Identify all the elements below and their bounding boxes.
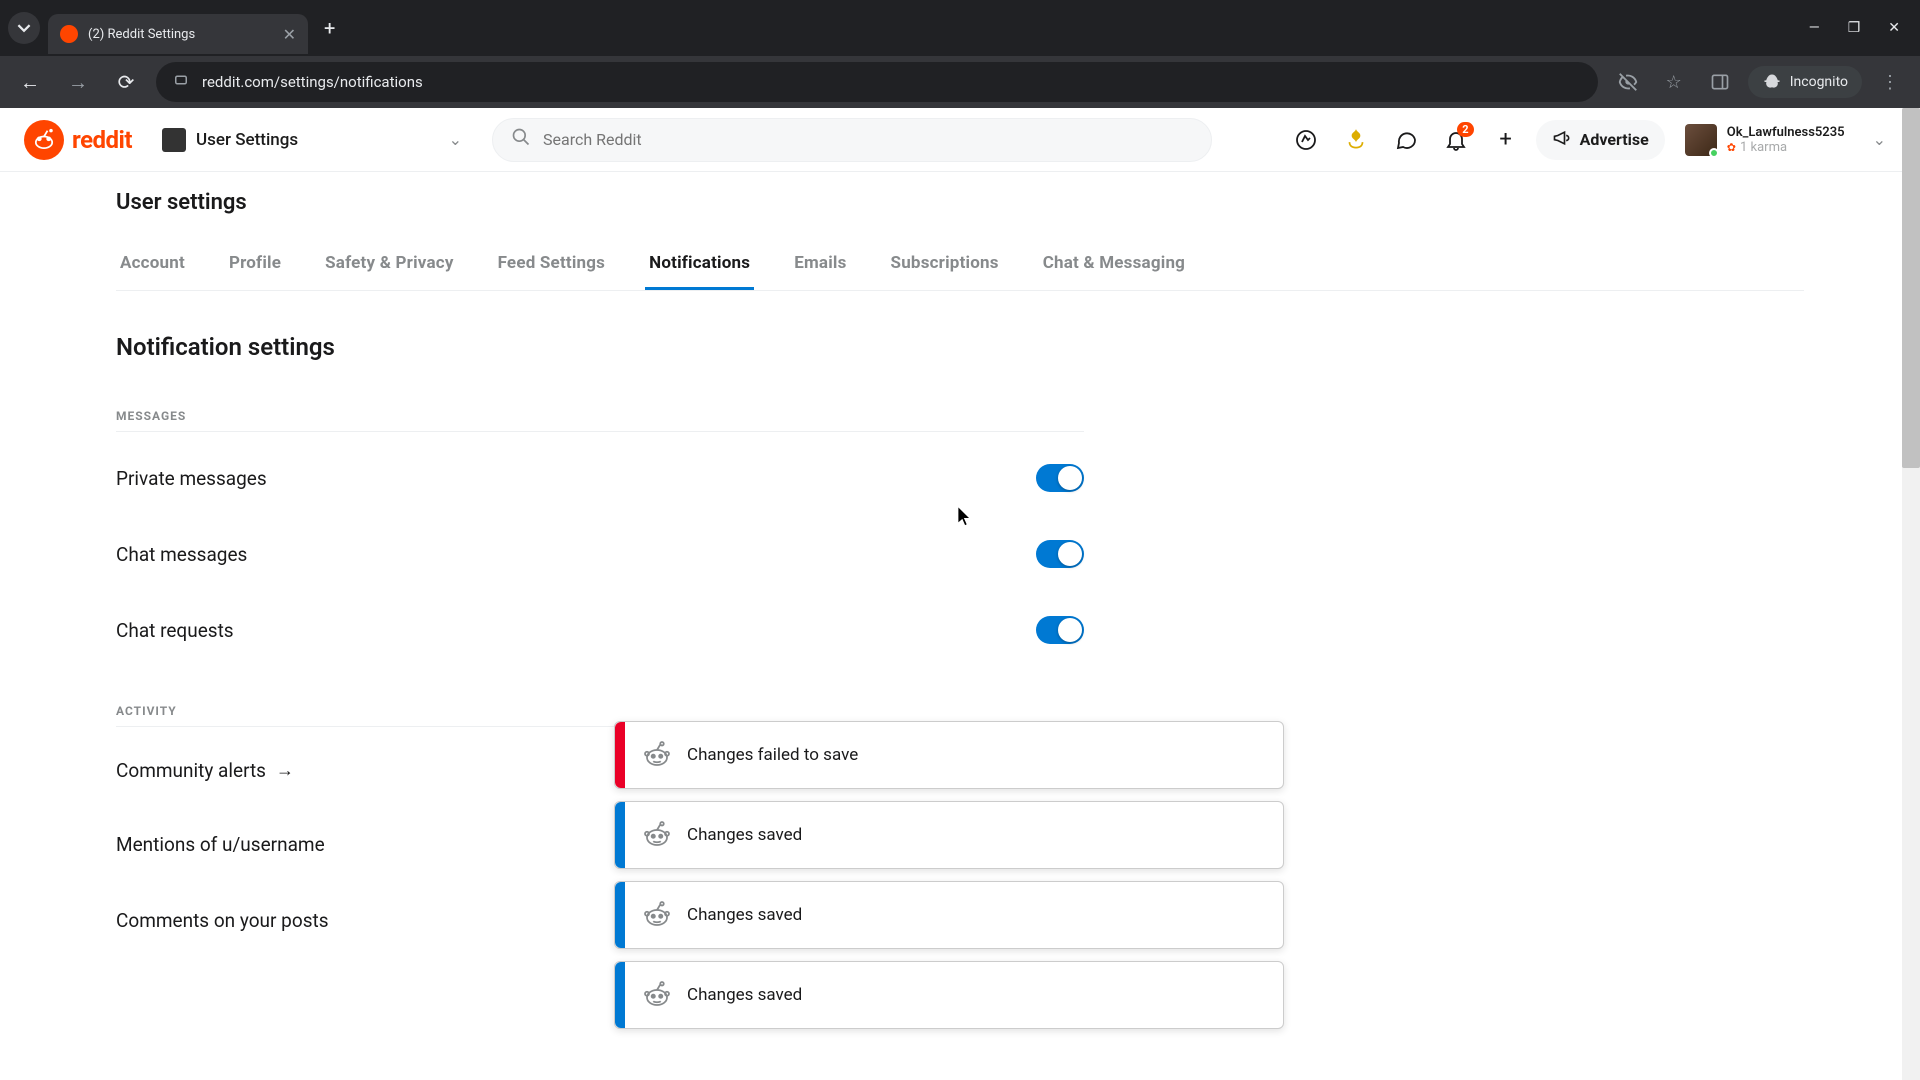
side-panel-icon[interactable] [1702, 64, 1738, 100]
chevron-down-icon: ⌄ [1873, 130, 1886, 149]
url-text: reddit.com/settings/notifications [202, 73, 423, 91]
incognito-label: Incognito [1790, 74, 1848, 90]
chevron-down-icon: ⌄ [449, 130, 462, 149]
tab-emails[interactable]: Emails [790, 239, 850, 290]
user-menu[interactable]: Ok_Lawfulness5235 ✿ 1 karma ⌄ [1675, 120, 1896, 160]
settings-tabs: Account Profile Safety & Privacy Feed Setti… [116, 239, 1804, 291]
new-tab-button[interactable]: + [324, 16, 335, 40]
snoo-icon [641, 739, 673, 771]
megaphone-icon [1552, 128, 1572, 152]
coins-icon[interactable] [1336, 120, 1376, 160]
nav-dropdown-icon [162, 128, 186, 152]
toggle-switch[interactable] [1036, 540, 1084, 568]
tab-chat-messaging[interactable]: Chat & Messaging [1039, 239, 1189, 290]
snoo-icon [641, 819, 673, 851]
forward-button[interactable]: → [60, 64, 96, 100]
search-box[interactable] [492, 118, 1212, 162]
search-input[interactable] [543, 130, 1193, 149]
snoo-icon [24, 120, 64, 160]
toast-accent-bar [615, 722, 625, 788]
toast-success: Changes saved [614, 961, 1284, 1029]
avatar [1685, 124, 1717, 156]
tab-subscriptions[interactable]: Subscriptions [887, 239, 1003, 290]
nav-dropdown-label: User Settings [196, 130, 298, 150]
search-icon [511, 127, 531, 152]
notif-badge: 2 [1457, 122, 1473, 137]
toast-message: Changes saved [687, 905, 802, 925]
create-post-button[interactable]: + [1486, 120, 1526, 160]
group-label: MESSAGES [116, 409, 1084, 432]
tab-profile[interactable]: Profile [225, 239, 285, 290]
reddit-logo[interactable]: reddit [24, 120, 132, 160]
bookmark-star-icon[interactable]: ☆ [1656, 64, 1692, 100]
setting-row: Chat requests [116, 592, 1084, 668]
eye-off-icon[interactable] [1610, 64, 1646, 100]
popular-icon[interactable] [1286, 120, 1326, 160]
chat-icon[interactable] [1386, 120, 1426, 160]
setting-label: Chat messages [116, 543, 247, 566]
toggle-switch[interactable] [1036, 464, 1084, 492]
back-button[interactable]: ← [12, 64, 48, 100]
incognito-indicator[interactable]: Incognito [1748, 66, 1862, 98]
username-label: Ok_Lawfulness5235 [1727, 125, 1845, 140]
karma-label: 1 karma [1740, 140, 1787, 155]
advertise-button[interactable]: Advertise [1536, 120, 1665, 160]
setting-label: Chat requests [116, 619, 234, 642]
karma-flower-icon: ✿ [1727, 141, 1736, 154]
reddit-header: reddit User Settings ⌄ 2 [0, 108, 1920, 172]
notifications-icon[interactable]: 2 [1436, 120, 1476, 160]
tab-search-button[interactable] [8, 12, 40, 44]
toast-message: Changes saved [687, 825, 802, 845]
tab-safety-privacy[interactable]: Safety & Privacy [321, 239, 457, 290]
reddit-wordmark: reddit [72, 126, 132, 154]
nav-dropdown[interactable]: User Settings ⌄ [152, 122, 472, 158]
close-window-button[interactable]: ✕ [1888, 20, 1900, 36]
reddit-favicon-icon [60, 25, 78, 43]
toast-message: Changes saved [687, 985, 802, 1005]
toast-accent-bar [615, 882, 625, 948]
tab-notifications[interactable]: Notifications [645, 239, 754, 290]
toast-error: Changes failed to save [614, 721, 1284, 789]
toast-accent-bar [615, 802, 625, 868]
snoo-icon [641, 979, 673, 1011]
toggle-switch[interactable] [1036, 616, 1084, 644]
browser-tab-strip: (2) Reddit Settings ✕ + — ❐ ✕ [0, 0, 1920, 56]
minimize-button[interactable]: — [1809, 20, 1820, 36]
toast-message: Changes failed to save [687, 745, 858, 765]
advertise-label: Advertise [1580, 130, 1649, 149]
window-controls: — ❐ ✕ [1809, 20, 1912, 36]
setting-label: Community alerts→ [116, 759, 294, 782]
toast-success: Changes saved [614, 801, 1284, 869]
page-title: User settings [116, 190, 1804, 215]
address-bar[interactable]: reddit.com/settings/notifications [156, 62, 1598, 102]
close-tab-button[interactable]: ✕ [283, 25, 296, 44]
presence-indicator-icon [1709, 148, 1719, 158]
browser-toolbar: ← → ⟳ reddit.com/settings/notifications … [0, 56, 1920, 108]
section-title: Notification settings [116, 333, 1804, 361]
user-info: Ok_Lawfulness5235 ✿ 1 karma [1727, 125, 1845, 155]
tab-title: (2) Reddit Settings [88, 27, 195, 42]
reload-button[interactable]: ⟳ [108, 64, 144, 100]
setting-row: Private messages [116, 440, 1084, 516]
page-viewport: reddit User Settings ⌄ 2 [0, 108, 1920, 1080]
maximize-button[interactable]: ❐ [1848, 20, 1861, 36]
setting-label: Private messages [116, 467, 267, 490]
tab-account[interactable]: Account [116, 239, 189, 290]
setting-label: Mentions of u/username [116, 833, 325, 856]
browser-tab[interactable]: (2) Reddit Settings ✕ [48, 14, 308, 54]
snoo-icon [641, 899, 673, 931]
setting-row: Chat messages [116, 516, 1084, 592]
toast-success: Changes saved [614, 881, 1284, 949]
toast-stack: Changes failed to save Changes saved Chang… [614, 721, 1284, 1029]
toast-accent-bar [615, 962, 625, 1028]
site-info-icon[interactable] [172, 71, 190, 93]
setting-label: Comments on your posts [116, 909, 329, 932]
browser-menu-button[interactable]: ⋮ [1872, 64, 1908, 100]
tab-feed-settings[interactable]: Feed Settings [494, 239, 610, 290]
arrow-right-icon: → [276, 760, 294, 781]
